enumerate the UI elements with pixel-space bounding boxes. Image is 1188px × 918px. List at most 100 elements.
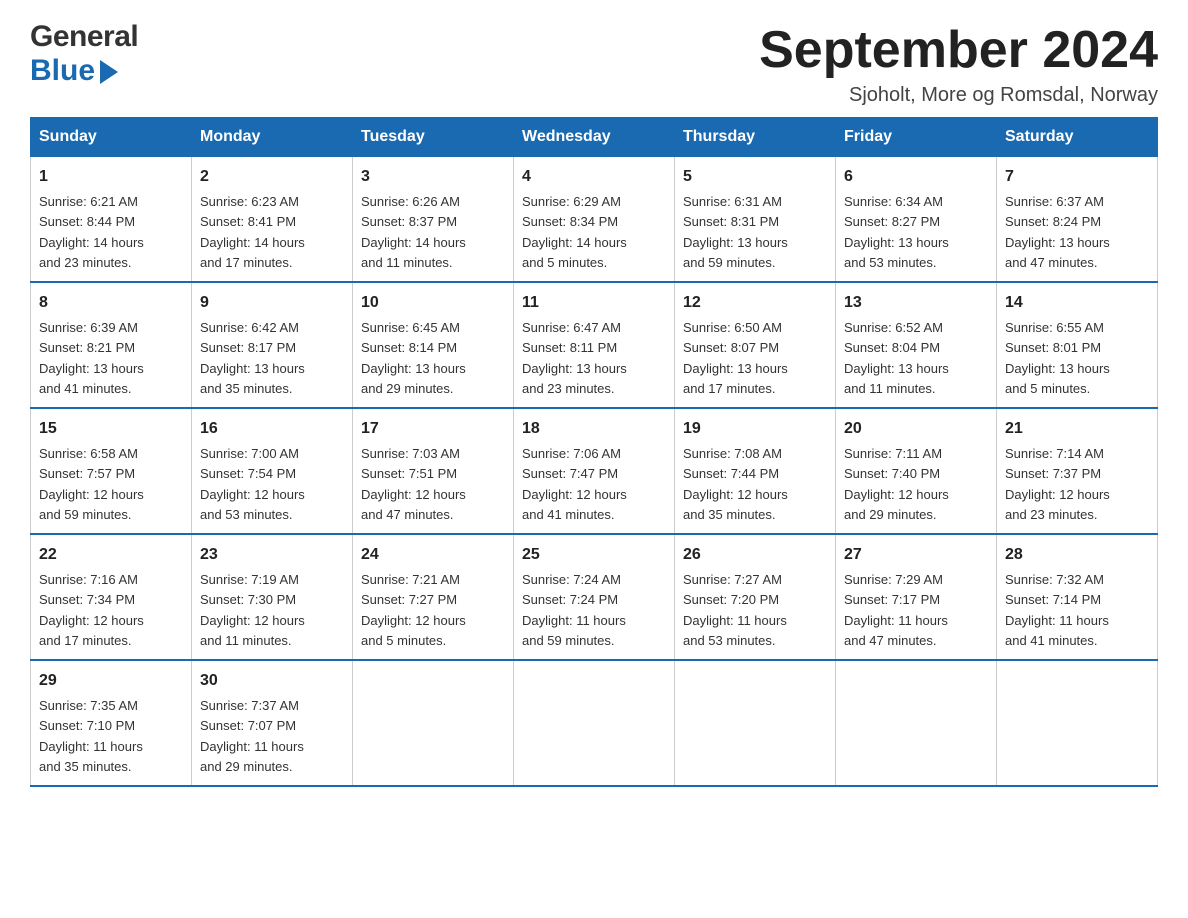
day-number: 12 xyxy=(683,291,827,315)
weekday-header-tuesday: Tuesday xyxy=(353,118,514,157)
day-number: 14 xyxy=(1005,291,1149,315)
logo: General Blue xyxy=(30,20,138,88)
calendar-cell xyxy=(514,660,675,786)
page-header: General Blue September 2024 Sjoholt, Mor… xyxy=(30,20,1158,107)
calendar-cell xyxy=(997,660,1158,786)
calendar-cell: 11 Sunrise: 6:47 AMSunset: 8:11 PMDaylig… xyxy=(514,282,675,408)
calendar-week-row: 22 Sunrise: 7:16 AMSunset: 7:34 PMDaylig… xyxy=(31,534,1158,660)
calendar-cell: 18 Sunrise: 7:06 AMSunset: 7:47 PMDaylig… xyxy=(514,408,675,534)
day-info: Sunrise: 6:55 AMSunset: 8:01 PMDaylight:… xyxy=(1005,320,1110,396)
calendar-cell: 4 Sunrise: 6:29 AMSunset: 8:34 PMDayligh… xyxy=(514,157,675,283)
day-number: 3 xyxy=(361,165,505,189)
logo-blue: Blue xyxy=(30,54,95,88)
calendar-cell: 12 Sunrise: 6:50 AMSunset: 8:07 PMDaylig… xyxy=(675,282,836,408)
day-info: Sunrise: 7:03 AMSunset: 7:51 PMDaylight:… xyxy=(361,446,466,522)
day-info: Sunrise: 6:37 AMSunset: 8:24 PMDaylight:… xyxy=(1005,194,1110,270)
day-info: Sunrise: 7:00 AMSunset: 7:54 PMDaylight:… xyxy=(200,446,305,522)
day-info: Sunrise: 6:34 AMSunset: 8:27 PMDaylight:… xyxy=(844,194,949,270)
weekday-header-thursday: Thursday xyxy=(675,118,836,157)
calendar-cell: 23 Sunrise: 7:19 AMSunset: 7:30 PMDaylig… xyxy=(192,534,353,660)
calendar-cell: 10 Sunrise: 6:45 AMSunset: 8:14 PMDaylig… xyxy=(353,282,514,408)
calendar-week-row: 29 Sunrise: 7:35 AMSunset: 7:10 PMDaylig… xyxy=(31,660,1158,786)
calendar-cell: 6 Sunrise: 6:34 AMSunset: 8:27 PMDayligh… xyxy=(836,157,997,283)
day-info: Sunrise: 6:52 AMSunset: 8:04 PMDaylight:… xyxy=(844,320,949,396)
calendar-cell: 14 Sunrise: 6:55 AMSunset: 8:01 PMDaylig… xyxy=(997,282,1158,408)
calendar-cell: 16 Sunrise: 7:00 AMSunset: 7:54 PMDaylig… xyxy=(192,408,353,534)
day-number: 9 xyxy=(200,291,344,315)
day-number: 24 xyxy=(361,543,505,567)
calendar-cell: 2 Sunrise: 6:23 AMSunset: 8:41 PMDayligh… xyxy=(192,157,353,283)
day-info: Sunrise: 6:47 AMSunset: 8:11 PMDaylight:… xyxy=(522,320,627,396)
day-number: 22 xyxy=(39,543,183,567)
day-info: Sunrise: 6:58 AMSunset: 7:57 PMDaylight:… xyxy=(39,446,144,522)
calendar-cell: 30 Sunrise: 7:37 AMSunset: 7:07 PMDaylig… xyxy=(192,660,353,786)
day-info: Sunrise: 7:06 AMSunset: 7:47 PMDaylight:… xyxy=(522,446,627,522)
day-info: Sunrise: 6:45 AMSunset: 8:14 PMDaylight:… xyxy=(361,320,466,396)
day-info: Sunrise: 7:21 AMSunset: 7:27 PMDaylight:… xyxy=(361,572,466,648)
day-info: Sunrise: 7:14 AMSunset: 7:37 PMDaylight:… xyxy=(1005,446,1110,522)
day-number: 4 xyxy=(522,165,666,189)
day-number: 26 xyxy=(683,543,827,567)
calendar-cell: 8 Sunrise: 6:39 AMSunset: 8:21 PMDayligh… xyxy=(31,282,192,408)
calendar-cell xyxy=(353,660,514,786)
calendar-cell: 5 Sunrise: 6:31 AMSunset: 8:31 PMDayligh… xyxy=(675,157,836,283)
day-number: 17 xyxy=(361,417,505,441)
day-info: Sunrise: 6:23 AMSunset: 8:41 PMDaylight:… xyxy=(200,194,305,270)
calendar-cell: 7 Sunrise: 6:37 AMSunset: 8:24 PMDayligh… xyxy=(997,157,1158,283)
weekday-header-wednesday: Wednesday xyxy=(514,118,675,157)
calendar-week-row: 15 Sunrise: 6:58 AMSunset: 7:57 PMDaylig… xyxy=(31,408,1158,534)
day-number: 28 xyxy=(1005,543,1149,567)
day-number: 21 xyxy=(1005,417,1149,441)
calendar-cell: 13 Sunrise: 6:52 AMSunset: 8:04 PMDaylig… xyxy=(836,282,997,408)
day-info: Sunrise: 6:21 AMSunset: 8:44 PMDaylight:… xyxy=(39,194,144,270)
day-info: Sunrise: 7:08 AMSunset: 7:44 PMDaylight:… xyxy=(683,446,788,522)
day-info: Sunrise: 6:31 AMSunset: 8:31 PMDaylight:… xyxy=(683,194,788,270)
day-number: 11 xyxy=(522,291,666,315)
day-number: 15 xyxy=(39,417,183,441)
logo-arrow-icon xyxy=(100,60,118,84)
calendar-cell: 21 Sunrise: 7:14 AMSunset: 7:37 PMDaylig… xyxy=(997,408,1158,534)
day-number: 13 xyxy=(844,291,988,315)
calendar-cell: 29 Sunrise: 7:35 AMSunset: 7:10 PMDaylig… xyxy=(31,660,192,786)
calendar-cell: 9 Sunrise: 6:42 AMSunset: 8:17 PMDayligh… xyxy=(192,282,353,408)
day-info: Sunrise: 6:39 AMSunset: 8:21 PMDaylight:… xyxy=(39,320,144,396)
calendar-cell: 25 Sunrise: 7:24 AMSunset: 7:24 PMDaylig… xyxy=(514,534,675,660)
calendar-cell: 3 Sunrise: 6:26 AMSunset: 8:37 PMDayligh… xyxy=(353,157,514,283)
day-info: Sunrise: 7:11 AMSunset: 7:40 PMDaylight:… xyxy=(844,446,949,522)
day-info: Sunrise: 7:37 AMSunset: 7:07 PMDaylight:… xyxy=(200,698,304,774)
calendar-cell: 19 Sunrise: 7:08 AMSunset: 7:44 PMDaylig… xyxy=(675,408,836,534)
day-info: Sunrise: 7:27 AMSunset: 7:20 PMDaylight:… xyxy=(683,572,787,648)
calendar-cell: 24 Sunrise: 7:21 AMSunset: 7:27 PMDaylig… xyxy=(353,534,514,660)
day-number: 27 xyxy=(844,543,988,567)
day-info: Sunrise: 6:29 AMSunset: 8:34 PMDaylight:… xyxy=(522,194,627,270)
calendar-cell: 28 Sunrise: 7:32 AMSunset: 7:14 PMDaylig… xyxy=(997,534,1158,660)
day-number: 25 xyxy=(522,543,666,567)
calendar-cell: 20 Sunrise: 7:11 AMSunset: 7:40 PMDaylig… xyxy=(836,408,997,534)
day-number: 6 xyxy=(844,165,988,189)
day-info: Sunrise: 6:42 AMSunset: 8:17 PMDaylight:… xyxy=(200,320,305,396)
day-number: 8 xyxy=(39,291,183,315)
weekday-header-monday: Monday xyxy=(192,118,353,157)
day-number: 16 xyxy=(200,417,344,441)
weekday-header-saturday: Saturday xyxy=(997,118,1158,157)
day-number: 23 xyxy=(200,543,344,567)
day-info: Sunrise: 7:24 AMSunset: 7:24 PMDaylight:… xyxy=(522,572,626,648)
day-info: Sunrise: 7:32 AMSunset: 7:14 PMDaylight:… xyxy=(1005,572,1109,648)
day-number: 10 xyxy=(361,291,505,315)
day-number: 1 xyxy=(39,165,183,189)
calendar-cell xyxy=(836,660,997,786)
weekday-header-friday: Friday xyxy=(836,118,997,157)
calendar-week-row: 1 Sunrise: 6:21 AMSunset: 8:44 PMDayligh… xyxy=(31,157,1158,283)
calendar-cell: 27 Sunrise: 7:29 AMSunset: 7:17 PMDaylig… xyxy=(836,534,997,660)
weekday-row: SundayMondayTuesdayWednesdayThursdayFrid… xyxy=(31,118,1158,157)
calendar-cell xyxy=(675,660,836,786)
weekday-header-sunday: Sunday xyxy=(31,118,192,157)
day-number: 7 xyxy=(1005,165,1149,189)
day-info: Sunrise: 7:16 AMSunset: 7:34 PMDaylight:… xyxy=(39,572,144,648)
day-info: Sunrise: 7:19 AMSunset: 7:30 PMDaylight:… xyxy=(200,572,305,648)
calendar-header: SundayMondayTuesdayWednesdayThursdayFrid… xyxy=(31,118,1158,157)
day-number: 18 xyxy=(522,417,666,441)
day-info: Sunrise: 7:35 AMSunset: 7:10 PMDaylight:… xyxy=(39,698,143,774)
calendar-cell: 1 Sunrise: 6:21 AMSunset: 8:44 PMDayligh… xyxy=(31,157,192,283)
calendar-week-row: 8 Sunrise: 6:39 AMSunset: 8:21 PMDayligh… xyxy=(31,282,1158,408)
